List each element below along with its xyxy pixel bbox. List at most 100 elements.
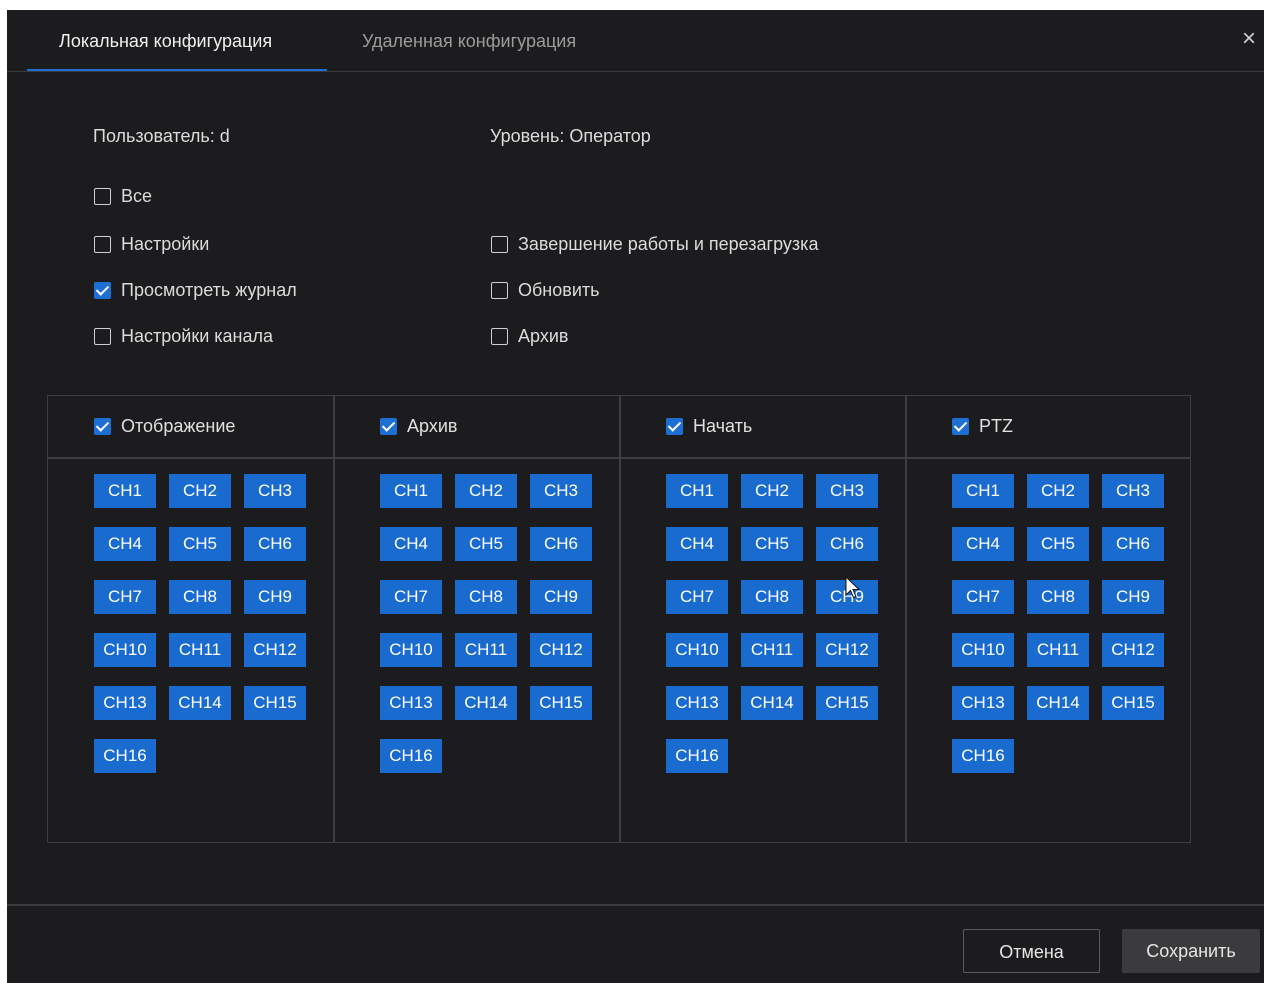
channel-button[interactable]: CH3	[244, 474, 306, 508]
channel-button[interactable]: CH12	[530, 633, 592, 667]
channel-button[interactable]: CH15	[244, 686, 306, 720]
checkbox-icon[interactable]	[491, 236, 508, 253]
channel-button[interactable]: CH16	[94, 739, 156, 773]
close-icon[interactable]: ×	[1234, 24, 1264, 54]
channel-button[interactable]: CH10	[380, 633, 442, 667]
channel-button[interactable]: CH15	[816, 686, 878, 720]
channel-button[interactable]: CH10	[952, 633, 1014, 667]
channel-button[interactable]: CH14	[169, 686, 231, 720]
checkbox-checked-icon[interactable]	[952, 418, 969, 435]
permission-all[interactable]: Все	[94, 186, 152, 207]
channel-button[interactable]: CH4	[666, 527, 728, 561]
channel-button[interactable]: CH7	[952, 580, 1014, 614]
channel-button[interactable]: CH7	[666, 580, 728, 614]
channel-button[interactable]: CH9	[530, 580, 592, 614]
channel-button[interactable]: CH2	[1027, 474, 1089, 508]
channel-button[interactable]: CH2	[741, 474, 803, 508]
channel-button[interactable]: CH3	[530, 474, 592, 508]
tab-local-config[interactable]: Локальная конфигурация	[59, 31, 272, 52]
channel-group-header[interactable]: Архив	[380, 416, 457, 437]
channel-button[interactable]: CH11	[741, 633, 803, 667]
channel-button[interactable]: CH1	[380, 474, 442, 508]
channel-button[interactable]: CH13	[380, 686, 442, 720]
channel-button[interactable]: CH16	[380, 739, 442, 773]
channel-button[interactable]: CH5	[455, 527, 517, 561]
permission-archive[interactable]: Архив	[491, 326, 568, 347]
channel-button[interactable]: CH12	[816, 633, 878, 667]
mouse-cursor-icon	[845, 576, 861, 599]
channel-button[interactable]: CH7	[380, 580, 442, 614]
permission-label: Просмотреть журнал	[121, 280, 297, 300]
channel-button[interactable]: CH8	[1027, 580, 1089, 614]
permission-view-log[interactable]: Просмотреть журнал	[94, 280, 297, 301]
channel-button[interactable]: CH5	[741, 527, 803, 561]
channel-permissions-grid: Отображение CH1 CH2 CH3 CH4 CH5 CH6 CH7 CH8 CH9 CH…	[47, 395, 1191, 843]
checkbox-icon[interactable]	[94, 236, 111, 253]
channel-button[interactable]: CH6	[244, 527, 306, 561]
channel-button[interactable]: CH8	[169, 580, 231, 614]
checkbox-icon[interactable]	[491, 282, 508, 299]
channel-button[interactable]: CH10	[94, 633, 156, 667]
channel-button[interactable]: CH14	[741, 686, 803, 720]
channel-button[interactable]: CH5	[169, 527, 231, 561]
channel-button[interactable]: CH7	[94, 580, 156, 614]
channel-button[interactable]: CH15	[530, 686, 592, 720]
user-permissions-dialog: Локальная конфигурация Удаленная конфигу…	[7, 10, 1264, 983]
channel-button[interactable]: CH10	[666, 633, 728, 667]
save-button[interactable]: Сохранить	[1122, 929, 1260, 973]
channel-button[interactable]: CH8	[455, 580, 517, 614]
checkbox-checked-icon[interactable]	[666, 418, 683, 435]
channel-button[interactable]: CH6	[530, 527, 592, 561]
channel-button[interactable]: CH14	[1027, 686, 1089, 720]
channel-button[interactable]: CH13	[666, 686, 728, 720]
permission-label: Все	[121, 186, 153, 206]
channel-button[interactable]: CH1	[666, 474, 728, 508]
channel-button[interactable]: CH1	[952, 474, 1014, 508]
channel-button[interactable]: CH3	[1102, 474, 1164, 508]
channel-group-column: PTZ CH1 CH2 CH3 CH4 CH5 CH6 CH7 CH8 CH9 CH10 CH11 CH…	[906, 396, 1192, 842]
channel-button[interactable]: CH3	[816, 474, 878, 508]
channel-button[interactable]: CH13	[94, 686, 156, 720]
channel-button[interactable]: CH12	[244, 633, 306, 667]
channel-button[interactable]: CH6	[1102, 527, 1164, 561]
channel-button[interactable]: CH16	[952, 739, 1014, 773]
tab-remote-config[interactable]: Удаленная конфигурация	[362, 31, 576, 52]
channel-group-header[interactable]: PTZ	[952, 416, 1013, 437]
channel-button[interactable]: CH16	[666, 739, 728, 773]
channel-button[interactable]: CH4	[952, 527, 1014, 561]
channel-button[interactable]: CH2	[455, 474, 517, 508]
channel-group-header[interactable]: Отображение	[94, 416, 235, 437]
channel-button[interactable]: CH11	[169, 633, 231, 667]
checkbox-checked-icon[interactable]	[380, 418, 397, 435]
channel-button[interactable]: CH2	[169, 474, 231, 508]
channel-button[interactable]: CH6	[816, 527, 878, 561]
channel-button[interactable]: CH13	[952, 686, 1014, 720]
channel-group-column: Отображение CH1 CH2 CH3 CH4 CH5 CH6 CH7 CH8 CH9 CH…	[48, 396, 334, 842]
channel-button[interactable]: CH11	[455, 633, 517, 667]
channel-button[interactable]: CH14	[455, 686, 517, 720]
permission-label: Архив	[518, 326, 569, 346]
channel-button[interactable]: CH15	[1102, 686, 1164, 720]
checkbox-icon[interactable]	[94, 328, 111, 345]
channel-group-header[interactable]: Начать	[666, 416, 752, 437]
channel-button[interactable]: CH4	[94, 527, 156, 561]
checkbox-checked-icon[interactable]	[94, 282, 111, 299]
checkbox-icon[interactable]	[491, 328, 508, 345]
channel-button[interactable]: CH4	[380, 527, 442, 561]
channel-button[interactable]: CH12	[1102, 633, 1164, 667]
channel-button[interactable]: CH1	[94, 474, 156, 508]
channel-button[interactable]: CH9	[244, 580, 306, 614]
channel-button[interactable]: CH5	[1027, 527, 1089, 561]
checkbox-checked-icon[interactable]	[94, 418, 111, 435]
checkbox-icon[interactable]	[94, 188, 111, 205]
channel-button[interactable]: CH11	[1027, 633, 1089, 667]
permission-channel-settings[interactable]: Настройки канала	[94, 326, 273, 347]
permission-update[interactable]: Обновить	[491, 280, 600, 301]
channel-button[interactable]: CH9	[1102, 580, 1164, 614]
channel-button[interactable]: CH8	[741, 580, 803, 614]
channel-group-column: Начать CH1 CH2 CH3 CH4 CH5 CH6 CH7 CH8 CH9 CH10 CH1…	[620, 396, 906, 842]
cancel-button[interactable]: Отмена	[963, 929, 1100, 973]
active-tab-indicator	[27, 69, 327, 71]
permission-settings[interactable]: Настройки	[94, 234, 209, 255]
permission-shutdown[interactable]: Завершение работы и перезагрузка	[491, 234, 818, 255]
